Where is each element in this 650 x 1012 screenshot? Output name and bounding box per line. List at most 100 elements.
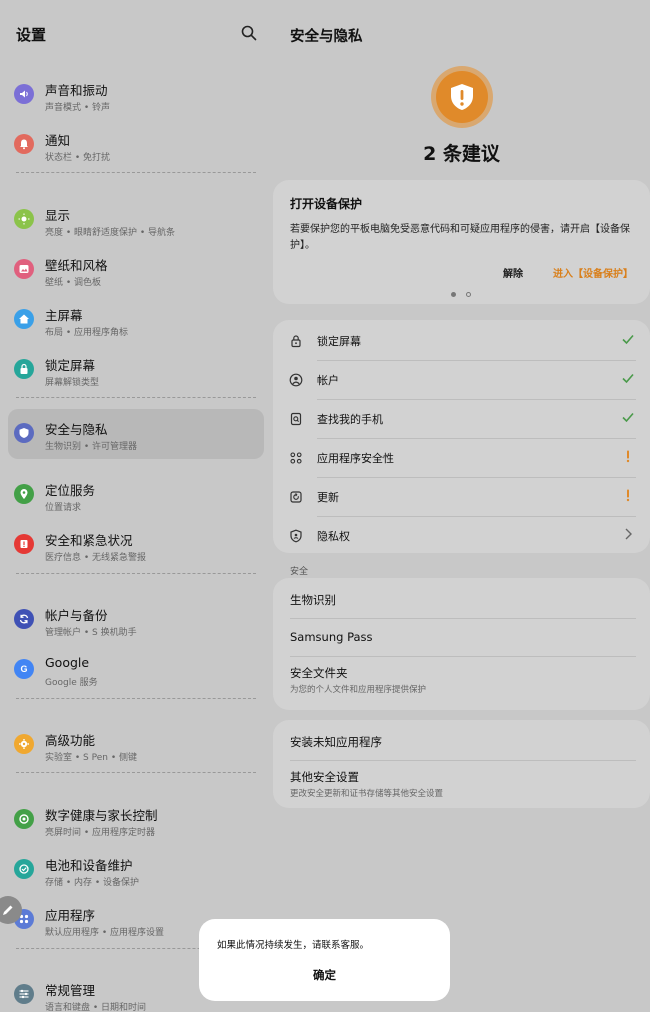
sidebar-item-label: 通知 — [45, 133, 71, 148]
settings-row[interactable]: 安装未知应用程序 — [273, 722, 650, 760]
section-divider — [16, 573, 256, 574]
sidebar-item-13[interactable]: 数字健康与家长控制亮屏时间 • 应用程序定时器 — [8, 795, 264, 845]
settings-row[interactable]: Samsung Pass — [273, 618, 650, 656]
security-check-row[interactable]: 隐私权 — [273, 516, 650, 555]
account-icon — [289, 372, 303, 387]
sidebar-item-label: 安全与隐私 — [45, 422, 108, 437]
security-check-row[interactable]: 更新 — [273, 477, 650, 516]
home-icon — [14, 309, 34, 329]
battery-care-icon — [14, 859, 34, 879]
sidebar-item-subtitle: 管理帐户 • S 换机助手 — [45, 628, 137, 638]
section-header-security: 安全 — [290, 567, 309, 577]
dismiss-button[interactable]: 解除 — [503, 265, 523, 280]
chevron-right-icon — [620, 526, 636, 542]
sidebar-item-subtitle: 布局 • 应用程序角标 — [45, 328, 129, 338]
sidebar-item-2[interactable]: 通知状态栏 • 免打扰 — [8, 120, 264, 170]
sidebar-item-8[interactable]: 定位服务 位置请求 — [8, 470, 264, 520]
bell-icon — [14, 134, 34, 154]
wellbeing-icon — [14, 809, 34, 829]
sidebar-item-4[interactable]: 壁纸和风格壁纸 • 调色板 — [8, 245, 264, 295]
settings-row[interactable]: 生物识别 — [273, 580, 650, 618]
sidebar-item-label: 锁定屏幕 — [45, 358, 96, 373]
gear-plus-icon — [14, 734, 34, 754]
sidebar-item-label: 壁纸和风格 — [45, 258, 108, 273]
settings-row[interactable]: 安全文件夹 为您的个人文件和应用程序提供保护 — [273, 656, 650, 706]
emergency-icon — [14, 534, 34, 554]
search-icon — [241, 25, 257, 41]
security-check-label: 查找我的手机 — [317, 413, 383, 426]
sidebar-item-6[interactable]: 锁定屏幕屏幕解锁类型 — [8, 345, 264, 395]
warning-icon — [620, 448, 636, 464]
sidebar-item-1[interactable]: 声音和振动 声音模式 • 铃声 — [8, 70, 264, 120]
sidebar-item-subtitle: 壁纸 • 调色板 — [45, 278, 102, 288]
sidebar-item-label: Google — [45, 655, 90, 670]
section-divider — [16, 172, 256, 173]
suggestion-body: 若要保护您的平板电脑免受恶意代码和可疑应用程序的侵害，请开启【设备保护】。 — [290, 224, 630, 251]
sidebar-item-label: 应用程序 — [45, 908, 96, 923]
sidebar-item-subtitle: 亮度 • 眼睛舒适度保护 • 导航条 — [45, 228, 176, 238]
sidebar-item-subtitle: 状态栏 • 免打扰 — [45, 153, 111, 163]
sliders-icon — [14, 984, 34, 1004]
status-shield — [431, 66, 493, 128]
search-button[interactable] — [240, 24, 258, 42]
sidebar-item-14[interactable]: 电池和设备维护 存储 • 内存 • 设备保护 — [8, 845, 264, 895]
warning-icon — [620, 487, 636, 503]
security-check-row[interactable]: 查找我的手机 — [273, 399, 650, 438]
google-icon: G — [14, 659, 34, 679]
dialog-message: 如果此情况持续发生，请联系客服。 — [217, 940, 370, 951]
sidebar-item-subtitle: 屏幕解锁类型 — [45, 378, 100, 388]
security-check-row[interactable]: 锁定屏幕 — [273, 321, 650, 360]
sidebar-item-label: 主屏幕 — [45, 308, 83, 323]
sidebar-item-label: 定位服务 — [45, 483, 96, 498]
sidebar-header: 设置 — [16, 24, 262, 46]
security-check-row[interactable]: 应用程序安全性 — [273, 438, 650, 477]
sidebar-item-11[interactable]: G Google Google 服务 — [8, 645, 264, 695]
checkmark-icon — [620, 370, 636, 386]
sidebar-item-label: 显示 — [45, 208, 71, 223]
sidebar-item-subtitle: 默认应用程序 • 应用程序设置 — [45, 928, 165, 938]
sidebar-item-subtitle: 位置请求 — [45, 503, 82, 513]
section-divider — [16, 772, 256, 773]
sync-icon — [14, 609, 34, 629]
sidebar-item-3[interactable]: 显示亮度 • 眼睛舒适度保护 • 导航条 — [8, 195, 264, 245]
sidebar-item-label: 高级功能 — [45, 733, 96, 748]
sidebar-item-label: 数字健康与家长控制 — [45, 808, 158, 823]
app-security-icon — [289, 450, 303, 464]
sidebar-item-subtitle: 医疗信息 • 无线紧急警报 — [45, 553, 147, 563]
suggestion-card: 打开设备保护 若要保护您的平板电脑免受恶意代码和可疑应用程序的侵害，请开启【设备… — [273, 180, 650, 304]
sidebar-item-5[interactable]: 主屏幕布局 • 应用程序角标 — [8, 295, 264, 345]
sidebar-item-label: 声音和振动 — [45, 83, 108, 98]
security-checks-card: 锁定屏幕 帐户查找我的手机应用程序安全性更新隐私权 — [273, 320, 650, 553]
page-title: 安全与隐私 — [290, 29, 363, 45]
settings-sidebar: 设置 声音和振动 声音模式 • 铃声通知状态栏 • 免打扰显示亮度 • 眼睛舒适度… — [0, 0, 272, 1012]
settings-row-title: Samsung Pass — [290, 630, 373, 644]
page-indicator — [451, 292, 471, 297]
sidebar-item-label: 帐户与备份 — [45, 608, 108, 623]
security-privacy-panel: 安全与隐私 2 条建议 打开设备保护 若要保护您的平板电脑免受恶意代码和可疑应用… — [273, 0, 650, 1012]
enter-device-protection-button[interactable]: 进入【设备保护】 — [553, 265, 633, 280]
speaker-icon — [14, 84, 34, 104]
alert-dialog: 如果此情况持续发生，请联系客服。 确定 — [199, 919, 450, 1001]
sidebar-item-12[interactable]: 高级功能实验室 • S Pen • 侧键 — [8, 720, 264, 770]
update-icon — [289, 489, 303, 503]
sidebar-item-subtitle: 生物识别 • 许可管理器 — [45, 442, 138, 452]
image-icon — [14, 259, 34, 279]
settings-row-subtitle: 为您的个人文件和应用程序提供保护 — [290, 685, 427, 695]
security-check-label: 隐私权 — [317, 530, 350, 543]
section-divider — [16, 698, 256, 699]
sidebar-item-10[interactable]: 帐户与备份管理帐户 • S 换机助手 — [8, 595, 264, 645]
lock-icon — [14, 359, 34, 379]
sidebar-item-9[interactable]: 安全和紧急状况 医疗信息 • 无线紧急警报 — [8, 520, 264, 570]
page-dot — [466, 292, 471, 297]
settings-row[interactable]: 其他安全设置 更改安全更新和证书存储等其他安全设置 — [273, 760, 650, 806]
security-check-label: 更新 — [317, 491, 339, 504]
security-check-row[interactable]: 帐户 — [273, 360, 650, 399]
suggestion-title: 打开设备保护 — [290, 197, 363, 211]
settings-row-title: 生物识别 — [290, 593, 336, 607]
confirm-button[interactable]: 确定 — [199, 967, 450, 983]
checkmark-icon — [620, 331, 636, 347]
sidebar-item-7[interactable]: 安全与隐私生物识别 • 许可管理器 — [8, 409, 264, 459]
pencil-icon — [3, 905, 13, 915]
sidebar-item-subtitle: 实验室 • S Pen • 侧键 — [45, 753, 137, 763]
sidebar-item-subtitle: 亮屏时间 • 应用程序定时器 — [45, 828, 156, 838]
